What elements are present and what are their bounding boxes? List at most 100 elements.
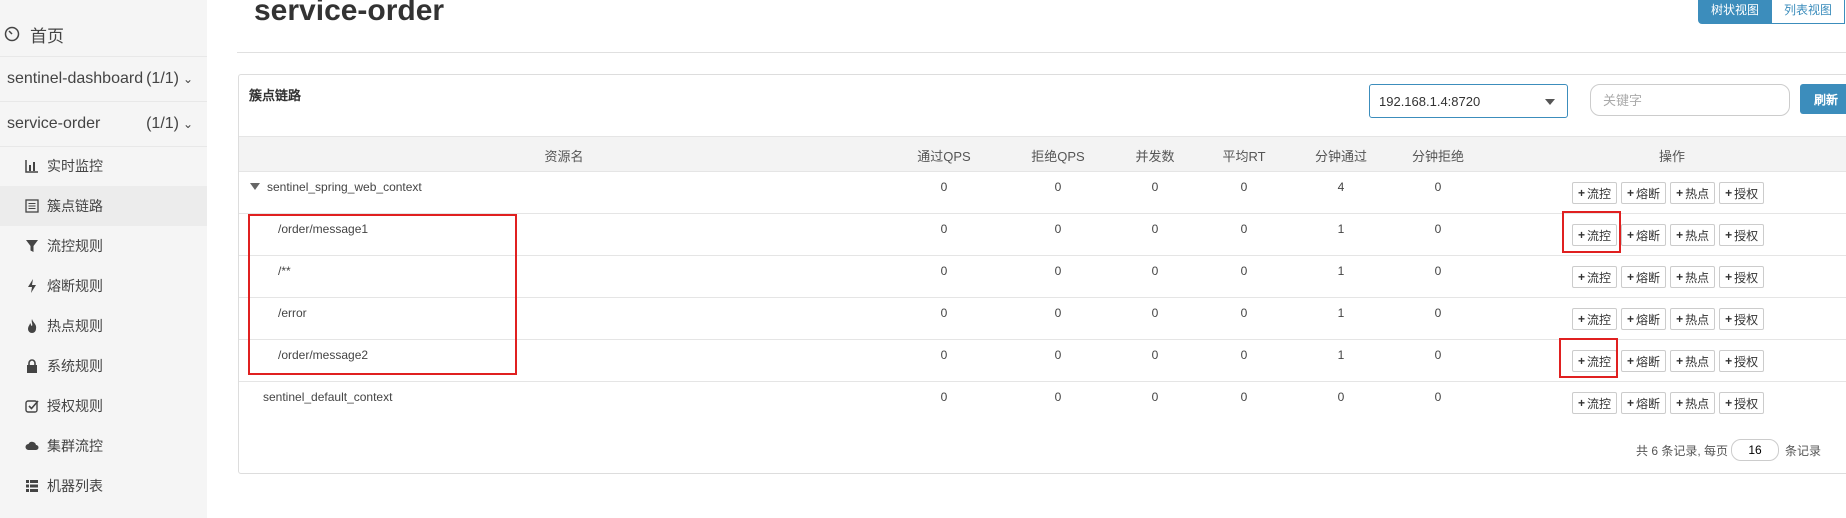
authority-button[interactable]: + 授权 [1719,392,1765,414]
minute-block: 0 [1434,306,1442,320]
bar-chart-icon [25,159,39,173]
degrade-button[interactable]: + 熔断 [1621,350,1667,372]
authority-button[interactable]: + 授权 [1719,224,1765,246]
app-name: sentinel-dashboard [7,70,144,87]
button-label: 热点 [1685,354,1710,369]
minute-pass: 1 [1337,264,1345,278]
divider [237,52,1846,53]
machine-select[interactable]: 192.168.1.4:8720 [1369,84,1568,118]
resource-name: sentinel_spring_web_context [267,180,422,194]
sidebar-item-hotspot-rules[interactable]: 热点规则 [0,306,207,346]
plus-icon: + [1725,228,1733,242]
sidebar-app-service-order[interactable]: service-order (1/1) ⌄ [0,102,207,147]
button-label: 授权 [1734,312,1759,327]
sidebar-app-sentinel-dashboard[interactable]: sentinel-dashboard (1/1) ⌄ [0,57,207,102]
fire-icon [25,319,39,333]
button-label: 热点 [1685,312,1710,327]
resource-name: sentinel_default_context [263,390,393,404]
highlight-box-flow-2 [1559,338,1618,378]
degrade-button[interactable]: + 熔断 [1621,266,1667,288]
degrade-button[interactable]: + 熔断 [1621,392,1667,414]
pass-qps: 0 [940,180,948,194]
flow-button[interactable]: + 流控 [1572,266,1618,288]
avg-rt: 0 [1240,348,1248,362]
button-label: 热点 [1685,228,1710,243]
flow-button[interactable]: + 流控 [1572,182,1618,204]
threads: 0 [1151,306,1159,320]
button-label: 热点 [1685,186,1710,201]
degrade-button[interactable]: + 熔断 [1621,224,1667,246]
sidebar-item-authority-rules[interactable]: 授权规则 [0,386,207,426]
sidebar-item-machines[interactable]: 机器列表 [0,466,207,506]
th-list-icon [25,479,39,493]
hotspot-button[interactable]: + 热点 [1670,266,1716,288]
col-block-qps: 拒绝QPS [1031,149,1085,164]
button-label: 流控 [1587,396,1612,411]
sidebar-item-system-rules[interactable]: 系统规则 [0,346,207,386]
threads: 0 [1151,348,1159,362]
authority-button[interactable]: + 授权 [1719,182,1765,204]
sidebar-home[interactable]: 首页 [0,12,207,57]
button-label: 熔断 [1636,270,1661,285]
minute-block: 0 [1434,264,1442,278]
sidebar-item-cluster-flow[interactable]: 集群流控 [0,426,207,466]
page-title: service-order [254,0,445,27]
hotspot-button[interactable]: + 热点 [1670,182,1716,204]
hotspot-button[interactable]: + 热点 [1670,392,1716,414]
minute-block: 0 [1434,390,1442,404]
plus-icon: + [1627,312,1635,326]
plus-icon: + [1578,186,1586,200]
block-qps: 0 [1054,390,1062,404]
avg-rt: 0 [1240,306,1248,320]
sidebar-item-label: 实时监控 [47,158,103,174]
sidebar-item-label: 流控规则 [47,238,103,254]
sidebar-item-degrade-rules[interactable]: 熔断规则 [0,266,207,306]
hotspot-button[interactable]: + 热点 [1670,350,1716,372]
block-qps: 0 [1054,222,1062,236]
authority-button[interactable]: + 授权 [1719,308,1765,330]
sidebar: 首页 sentinel-dashboard (1/1) ⌄ service-or… [0,0,207,518]
flow-button[interactable]: + 流控 [1572,308,1618,330]
check-square-icon [25,399,39,413]
col-minute-block: 分钟拒绝 [1411,149,1465,164]
panel-title: 簇点链路 [249,88,302,103]
degrade-button[interactable]: + 熔断 [1621,182,1667,204]
plus-icon: + [1627,228,1635,242]
search-input[interactable] [1590,84,1790,116]
pass-qps: 0 [940,306,948,320]
authority-button[interactable]: + 授权 [1719,350,1765,372]
hotspot-button[interactable]: + 热点 [1670,308,1716,330]
minute-block: 0 [1434,180,1442,194]
chevron-down-icon: ⌄ [182,117,193,131]
page-size-input[interactable] [1731,439,1779,461]
avg-rt: 0 [1240,222,1248,236]
caret-down-icon[interactable] [250,183,260,190]
highlight-box-resources [248,214,517,375]
refresh-button[interactable]: 刷新 [1800,84,1846,114]
button-label: 流控 [1587,312,1612,327]
flow-button[interactable]: + 流控 [1572,392,1618,414]
plus-icon: + [1725,354,1733,368]
minute-pass: 1 [1337,306,1345,320]
sidebar-item-cluster-link[interactable]: 簇点链路 [0,186,207,226]
list-view-button[interactable]: 列表视图 [1772,0,1846,24]
tree-view-button[interactable]: 树状视图 [1698,0,1773,24]
threads: 0 [1151,180,1159,194]
sidebar-item-realtime[interactable]: 实时监控 [0,146,207,186]
plus-icon: + [1627,270,1635,284]
row-actions: + 流控 + 熔断 + 热点 + 授权 [1572,182,1768,204]
sidebar-item-label: 机器列表 [47,478,103,494]
sidebar-item-label: 熔断规则 [47,278,103,294]
button-label: 授权 [1734,186,1759,201]
pass-qps: 0 [940,264,948,278]
filter-icon [25,239,39,253]
sidebar-item-label: 系统规则 [47,358,103,374]
authority-button[interactable]: + 授权 [1719,266,1765,288]
block-qps: 0 [1054,264,1062,278]
hotspot-button[interactable]: + 热点 [1670,224,1716,246]
dashboard-icon [4,26,20,42]
sidebar-item-flow-rules[interactable]: 流控规则 [0,226,207,266]
pagination-summary: 共 6 条记录, 每页 [1636,444,1729,458]
degrade-button[interactable]: + 熔断 [1621,308,1667,330]
table-row: sentinel_default_context 0 0 0 0 0 0 + 流控… [239,381,1846,423]
